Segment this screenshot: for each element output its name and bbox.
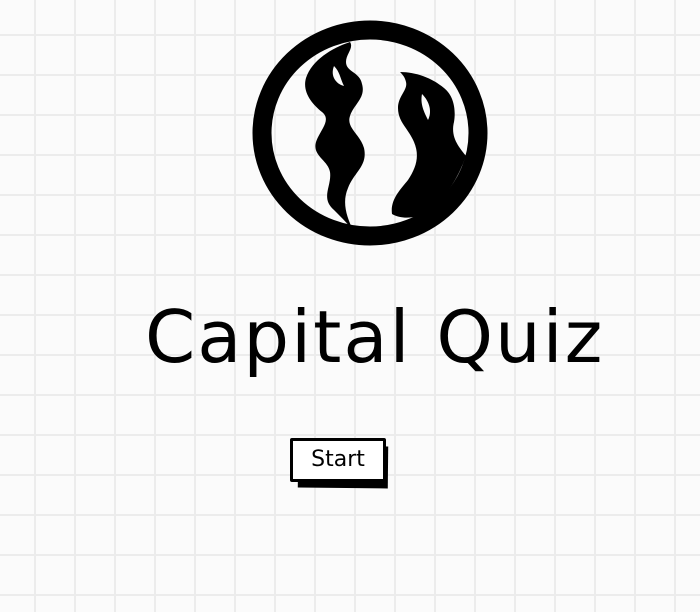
start-button-container: Start xyxy=(290,438,396,492)
start-button[interactable]: Start xyxy=(290,438,386,482)
globe-icon xyxy=(252,20,488,246)
quiz-start-screen: Capital Quiz Start xyxy=(0,0,700,612)
page-title: Capital Quiz xyxy=(145,295,605,379)
